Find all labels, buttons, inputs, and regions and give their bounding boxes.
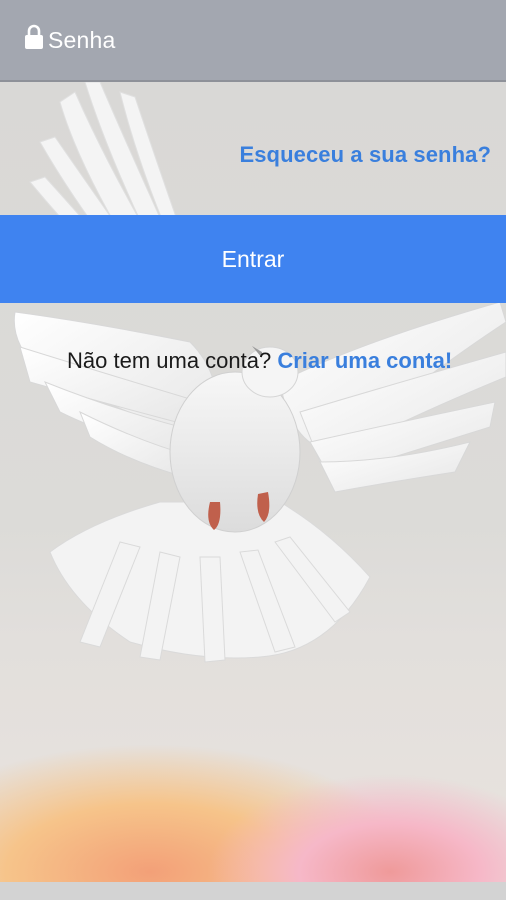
- dove-image: [13, 82, 506, 663]
- lock-icon: [25, 24, 43, 49]
- forgot-password-link[interactable]: Esqueceu a sua senha?: [239, 142, 491, 168]
- login-screen: Senha Esqueceu a sua senha? Entrar Não t…: [0, 0, 506, 900]
- signup-prompt-line: Não tem uma conta? Criar uma conta!: [67, 348, 452, 374]
- login-button[interactable]: Entrar: [0, 215, 506, 303]
- password-placeholder: Senha: [48, 26, 116, 53]
- create-account-link[interactable]: Criar uma conta!: [277, 348, 452, 373]
- bottom-bar: [0, 882, 506, 900]
- signup-prompt-text: Não tem uma conta?: [67, 348, 272, 373]
- password-field[interactable]: Senha: [0, 0, 506, 82]
